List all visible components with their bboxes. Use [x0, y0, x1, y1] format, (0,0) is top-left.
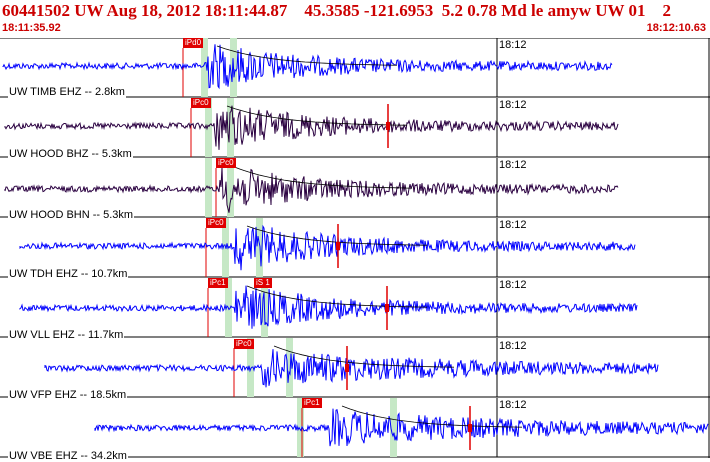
seismogram-viewer: 60441502 UW Aug 18, 2012 18:11:44.87 45.…: [0, 0, 710, 462]
waveform-trace: [44, 349, 659, 388]
waveform-trace: [4, 167, 619, 213]
waveform-trace: [19, 224, 636, 271]
p-pick-flag[interactable]: iPc1: [302, 398, 322, 408]
trace-label-vll: UW VLL EHZ -- 11.7km: [8, 329, 125, 341]
amplitude-marker-box: [386, 122, 390, 130]
trace-label-vbe: UW VBE EHZ -- 34.2km: [8, 450, 128, 462]
waveform-trace: [19, 285, 638, 329]
trace-row[interactable]: [44, 338, 659, 397]
trace-label-tdh: UW TDH EHZ -- 10.7km: [8, 268, 129, 280]
coda-decay-curve: [341, 405, 523, 428]
trace-label-hood-bhz: UW HOOD BHZ -- 5.3km: [8, 148, 133, 160]
time-tick-label: 18:12: [499, 399, 527, 411]
coda-decay-curve: [231, 165, 412, 189]
amplitude-marker-box: [345, 364, 349, 372]
amplitude-marker-box: [385, 304, 389, 312]
time-tick-label: 18:12: [499, 279, 527, 291]
p-pick-flag[interactable]: iPc1: [208, 278, 228, 288]
coda-decay-curve: [226, 105, 407, 126]
start-time: 18:11:35.92: [2, 22, 61, 34]
p-pick-flag[interactable]: iPc0: [234, 339, 254, 349]
waveform-trace: [94, 408, 709, 447]
trace-label-hood-bhn: UW HOOD BHN -- 5.3km: [8, 209, 135, 221]
p-pick-flag[interactable]: iPc0: [206, 218, 226, 228]
coda-decay-curve: [273, 345, 455, 368]
trace-label-timb: UW TIMB EHZ -- 2.8km: [8, 86, 126, 98]
p-pick-flag[interactable]: iPc0: [191, 98, 211, 108]
waveform-trace: [4, 105, 619, 150]
event-title: 60441502 UW Aug 18, 2012 18:11:44.87 45.…: [2, 1, 671, 20]
time-tick-label: 18:12: [499, 159, 527, 171]
time-tick-label: 18:12: [499, 219, 527, 231]
end-time: 18:12:10.63: [646, 22, 706, 34]
trace-label-vfp: UW VFP EHZ -- 18.5km: [8, 389, 128, 401]
time-tick-label: 18:12: [499, 39, 527, 51]
time-tick-label: 18:12: [499, 99, 527, 111]
trace-panel[interactable]: UW TIMB EHZ -- 2.8km UW HOOD BHZ -- 5.3k…: [0, 38, 710, 462]
amplitude-marker-box: [336, 242, 340, 250]
p-pick-flag[interactable]: iPc0: [216, 158, 236, 168]
p-pick-flag[interactable]: iPd0: [183, 38, 204, 48]
time-tick-label: 18:12: [499, 340, 527, 352]
s-pick-flag[interactable]: iS 1: [254, 278, 272, 288]
trace-row[interactable]: [94, 398, 709, 457]
coda-decay-curve: [216, 45, 397, 66]
amplitude-marker-box: [468, 424, 472, 432]
event-header: 60441502 UW Aug 18, 2012 18:11:44.87 45.…: [0, 0, 710, 38]
